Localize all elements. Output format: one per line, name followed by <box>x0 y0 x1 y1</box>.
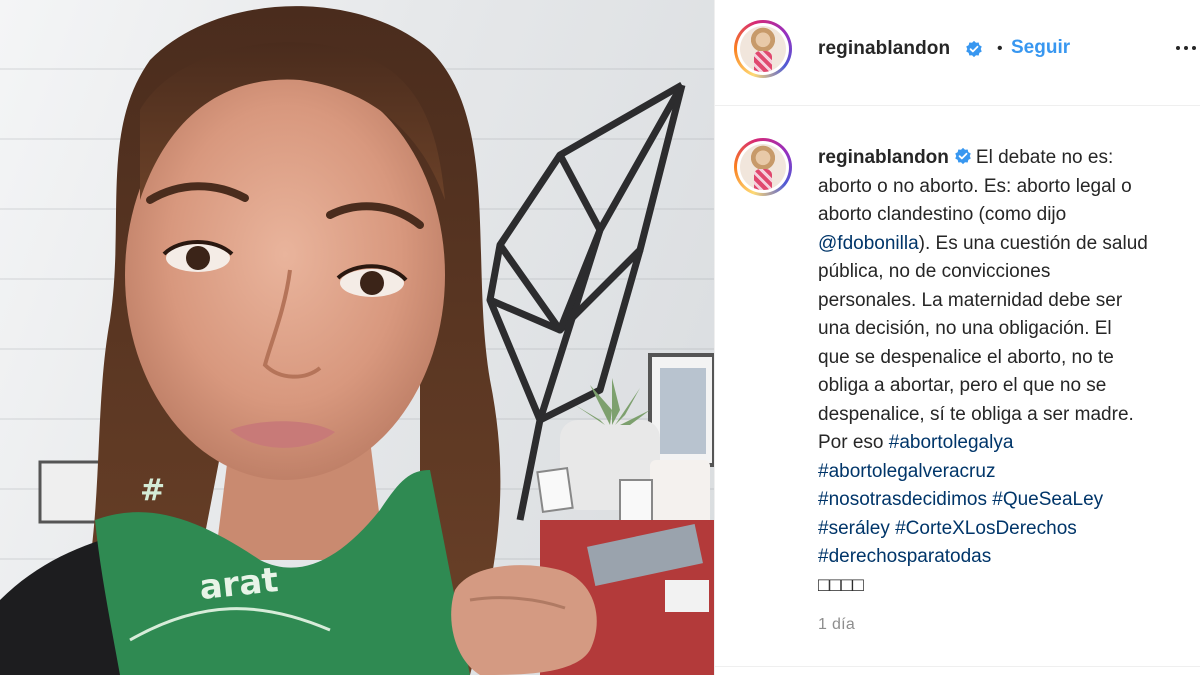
succulent-plant <box>575 378 650 425</box>
caption-username[interactable]: reginablandon <box>818 147 949 168</box>
hashtag-link[interactable]: #abortolegalveracruz <box>818 461 995 482</box>
candle <box>650 460 710 530</box>
caption-line: una decisión, no una obligación. El <box>818 318 1112 339</box>
mention-link[interactable]: @fdobonilla <box>818 233 919 254</box>
caption-line: que se despenalice el aborto, no te <box>818 346 1114 368</box>
hashtag-link[interactable]: #seráley <box>818 518 890 539</box>
hashtag-link[interactable]: #QueSeaLey <box>992 489 1103 510</box>
caption-line: Por eso <box>818 432 889 453</box>
follow-button[interactable]: Seguir <box>1011 37 1070 59</box>
caption-line: El debate no es: <box>975 147 1114 168</box>
caption-line: aborto o no aborto. Es: aborto legal o <box>818 175 1132 197</box>
post-header: reginablandon <box>714 0 1200 106</box>
svg-text:#: # <box>140 473 165 508</box>
caption-line: despenalice, sí te obliga a ser madre. <box>818 403 1134 425</box>
hashtag-link[interactable]: #nosotrasdecidimos <box>818 489 987 510</box>
caption-line: aborto clandestino (como dijo <box>818 204 1067 225</box>
header-username[interactable]: reginablandon <box>818 38 950 60</box>
hashtag-link[interactable]: #derechosparatodas <box>818 546 991 567</box>
photo-illustration: arat # <box>0 6 714 675</box>
bandana-text: arat <box>198 560 281 608</box>
hashtag-link[interactable]: #abortolegalya <box>889 432 1014 453</box>
post-timestamp[interactable]: 1 día <box>818 616 855 634</box>
caption-avatar[interactable] <box>734 138 792 196</box>
caption-line: personales. La maternidad debe ser <box>818 289 1123 311</box>
post-photo[interactable]: arat # <box>0 0 714 675</box>
verified-badge-icon <box>955 147 971 165</box>
caption-text: reginablandon El debate no es: aborto o … <box>818 144 1198 600</box>
caption-line: obliga a abortar, pero el que no se <box>818 375 1107 396</box>
separator-dot: • <box>997 40 1003 57</box>
more-options-icon[interactable] <box>1176 44 1196 52</box>
profile-avatar[interactable] <box>734 20 792 78</box>
verified-badge-icon <box>966 40 982 58</box>
caption-line: pública, no de convicciones <box>818 261 1051 282</box>
divider <box>714 666 1200 667</box>
emoji-placeholder: □□□□ <box>818 574 864 596</box>
caption-line: ). Es una cuestión de salud <box>918 232 1148 254</box>
hashtag-link[interactable]: #CorteXLosDerechos <box>895 518 1077 539</box>
raised-fist <box>451 565 597 675</box>
